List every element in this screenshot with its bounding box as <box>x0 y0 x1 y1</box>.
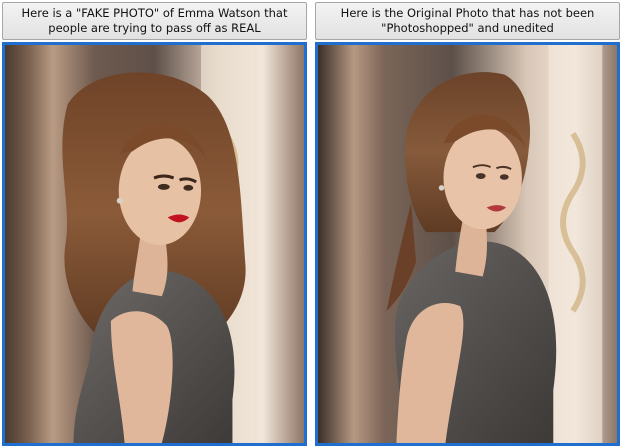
original-photo-panel: Here is the Original Photo that has not … <box>313 0 621 448</box>
original-photo-image <box>318 45 617 443</box>
fake-photo-caption: Here is a "FAKE PHOTO" of Emma Watson th… <box>2 2 307 40</box>
fake-photo-image <box>5 45 304 443</box>
original-photo-caption: Here is the Original Photo that has not … <box>315 2 620 40</box>
fake-photo-panel: Here is a "FAKE PHOTO" of Emma Watson th… <box>0 0 308 448</box>
fake-photo-frame <box>2 42 307 446</box>
original-photo-frame <box>315 42 620 446</box>
